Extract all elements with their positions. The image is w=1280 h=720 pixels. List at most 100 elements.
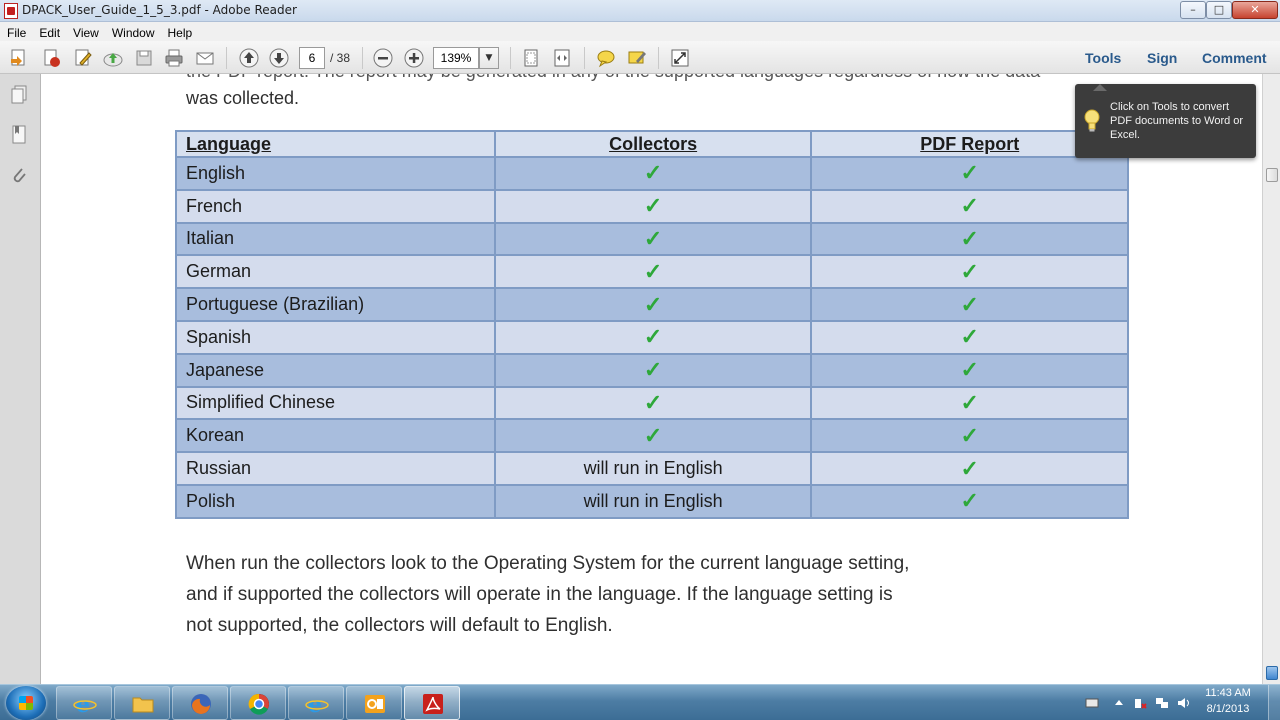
network-icon[interactable] bbox=[1155, 695, 1169, 709]
title-bar: DPACK_User_Guide_1_5_3.pdf - Adobe Reade… bbox=[0, 0, 1280, 22]
cell-language: Portuguese (Brazilian) bbox=[175, 287, 496, 322]
menu-view[interactable]: View bbox=[66, 24, 105, 40]
taskbar-app-windows-explorer[interactable] bbox=[114, 686, 170, 720]
close-button[interactable]: ✕ bbox=[1232, 1, 1278, 19]
lightbulb-icon bbox=[1083, 108, 1101, 134]
scroll-down-arrow-icon[interactable] bbox=[1266, 666, 1278, 680]
email-icon[interactable] bbox=[194, 47, 216, 69]
fit-width-icon[interactable] bbox=[551, 47, 573, 69]
page-thumbnails-icon[interactable] bbox=[9, 84, 29, 106]
table-row: Japanese ✓ ✓ bbox=[175, 352, 1129, 388]
cell-pdf-report: ✓ bbox=[810, 385, 1129, 421]
cell-collectors: ✓ bbox=[493, 418, 813, 454]
table-body: English ✓ ✓ French ✓ ✓ Italian ✓ ✓ German ✓ ✓ Po… bbox=[175, 156, 1129, 519]
checkmark-icon: ✓ bbox=[960, 422, 979, 448]
cell-language: Italian bbox=[175, 221, 496, 257]
toolbar-separator bbox=[362, 47, 363, 69]
comment-pane-link[interactable]: Comment bbox=[1202, 50, 1267, 66]
show-desktop-button[interactable] bbox=[1268, 685, 1280, 720]
create-pdf-icon[interactable] bbox=[8, 47, 30, 69]
cell-collectors: ✓ bbox=[493, 352, 813, 388]
edit-icon[interactable] bbox=[72, 47, 94, 69]
comment-icon[interactable] bbox=[595, 47, 617, 69]
toolbar-separator bbox=[226, 47, 227, 69]
checkmark-icon: ✓ bbox=[643, 324, 663, 350]
save-icon[interactable] bbox=[133, 47, 155, 69]
taskbar-app-internet-explorer-2[interactable]: e bbox=[288, 686, 344, 720]
header-language: Language bbox=[175, 130, 496, 158]
intro-line-2: was collected. bbox=[186, 88, 300, 108]
print-icon[interactable] bbox=[163, 47, 185, 69]
cell-collectors: ✓ bbox=[493, 221, 813, 257]
chrome-icon bbox=[247, 692, 271, 716]
menu-file[interactable]: File bbox=[0, 24, 32, 40]
zoom-level-input[interactable]: 139% bbox=[433, 47, 479, 69]
cell-pdf-report: ✓ bbox=[810, 221, 1129, 257]
prev-page-icon[interactable] bbox=[238, 47, 260, 69]
show-hidden-icons-icon[interactable] bbox=[1112, 695, 1126, 709]
menu-window[interactable]: Window bbox=[105, 24, 161, 40]
checkmark-icon: ✓ bbox=[960, 389, 979, 415]
checkmark-icon: ✓ bbox=[960, 324, 979, 350]
cell-pdf-report: ✓ bbox=[810, 451, 1129, 486]
bookmarks-icon[interactable] bbox=[9, 124, 29, 146]
taskbar-app-chrome[interactable] bbox=[230, 686, 286, 720]
cell-pdf-report: ✓ bbox=[810, 352, 1129, 388]
highlight-icon[interactable] bbox=[626, 47, 648, 69]
page-total-label: / 38 bbox=[330, 51, 351, 65]
next-page-icon[interactable] bbox=[268, 47, 290, 69]
taskbar-app-outlook[interactable] bbox=[346, 686, 402, 720]
volume-icon[interactable] bbox=[1177, 695, 1191, 709]
vertical-scrollbar[interactable] bbox=[1262, 74, 1280, 684]
outlook-icon bbox=[363, 692, 387, 716]
taskbar-app-firefox[interactable] bbox=[172, 686, 228, 720]
upload-icon[interactable] bbox=[102, 47, 124, 69]
svg-text:e: e bbox=[76, 692, 90, 716]
taskbar-app-adobe-reader[interactable] bbox=[404, 686, 460, 720]
scrollbar-thumb[interactable] bbox=[1266, 168, 1278, 182]
table-row: Polish will run in English ✓ bbox=[175, 483, 1129, 519]
start-button[interactable] bbox=[6, 686, 46, 720]
minimize-button[interactable]: – bbox=[1180, 1, 1206, 19]
clock-time[interactable]: 11:43 AM bbox=[1195, 687, 1261, 699]
fit-page-icon[interactable] bbox=[520, 47, 542, 69]
table-row: French ✓ ✓ bbox=[175, 188, 1129, 224]
clock-date[interactable]: 8/1/2013 bbox=[1195, 703, 1261, 715]
maximize-button[interactable]: □ bbox=[1206, 1, 1232, 19]
windows-logo-icon bbox=[19, 696, 33, 710]
table-row: Spanish ✓ ✓ bbox=[175, 319, 1129, 355]
folder-icon bbox=[131, 692, 155, 716]
keyboard-icon[interactable] bbox=[1085, 695, 1099, 709]
sign-pane-link[interactable]: Sign bbox=[1147, 50, 1177, 66]
zoom-in-icon[interactable] bbox=[403, 47, 425, 69]
checkmark-icon: ✓ bbox=[643, 389, 663, 415]
table-row: Italian ✓ ✓ bbox=[175, 221, 1129, 257]
menu-help[interactable]: Help bbox=[161, 24, 199, 40]
taskbar-app-internet-explorer[interactable]: e bbox=[56, 686, 112, 720]
cell-language: Korean bbox=[175, 418, 496, 454]
cell-collectors: ✓ bbox=[493, 319, 813, 355]
attachments-icon[interactable] bbox=[9, 164, 29, 186]
menu-edit[interactable]: Edit bbox=[32, 24, 66, 40]
tools-tooltip[interactable]: Click on Tools to convert PDF documents … bbox=[1075, 84, 1256, 158]
cell-pdf-report: ✓ bbox=[810, 418, 1129, 454]
zoom-dropdown-icon[interactable]: ▼ bbox=[479, 47, 499, 69]
cell-pdf-report: ✓ bbox=[810, 156, 1129, 191]
cell-pdf-report: ✓ bbox=[810, 188, 1129, 224]
full-screen-icon[interactable] bbox=[669, 47, 691, 69]
window-title: DPACK_User_Guide_1_5_3.pdf - Adobe Reade… bbox=[22, 3, 297, 17]
cell-pdf-report: ✓ bbox=[810, 287, 1129, 322]
cell-pdf-report: ✓ bbox=[810, 254, 1129, 290]
action-center-icon[interactable] bbox=[1133, 695, 1147, 709]
table-row: Russian will run in English ✓ bbox=[175, 451, 1129, 486]
checkmark-icon: ✓ bbox=[643, 357, 663, 383]
tools-pane-link[interactable]: Tools bbox=[1085, 50, 1121, 66]
document-view[interactable]: the PDF report. The report may be genera… bbox=[41, 74, 1262, 684]
zoom-out-icon[interactable] bbox=[372, 47, 394, 69]
open-icon[interactable] bbox=[40, 47, 62, 69]
paragraph-line-1: When run the collectors look to the Oper… bbox=[186, 553, 910, 574]
tooltip-text: Click on Tools to convert PDF documents … bbox=[1110, 101, 1244, 141]
page-number-input[interactable]: 6 bbox=[299, 47, 325, 69]
checkmark-icon: ✓ bbox=[960, 160, 979, 186]
checkmark-icon: ✓ bbox=[960, 258, 979, 284]
